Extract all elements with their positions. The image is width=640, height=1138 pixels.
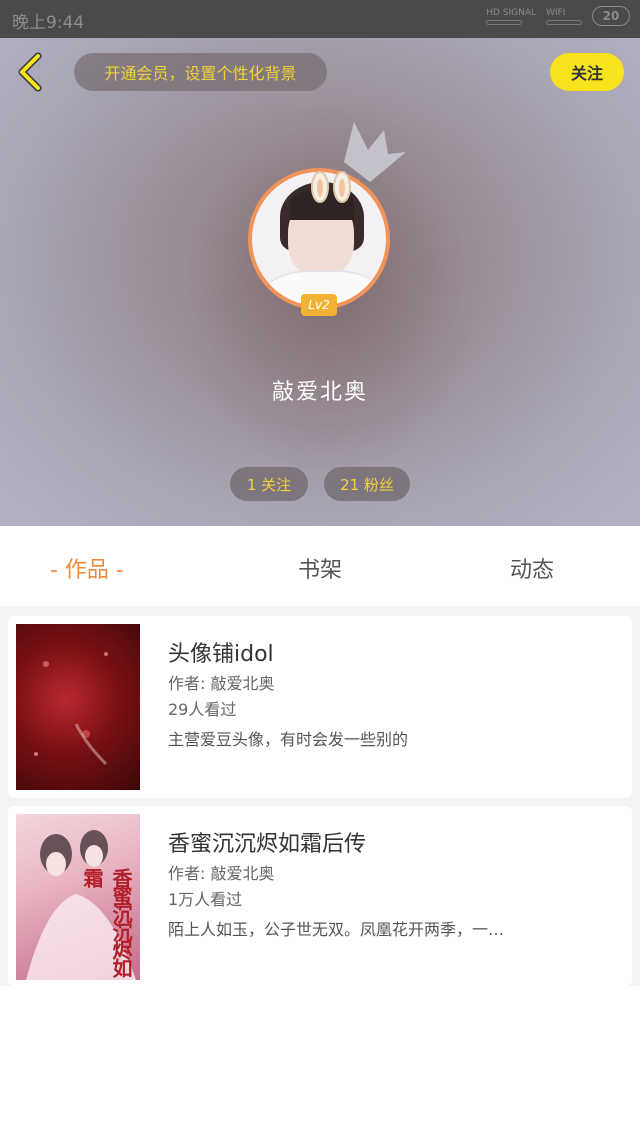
battery-icon: 20: [592, 6, 630, 26]
signal-icon: HD SIGNAL: [486, 8, 536, 25]
username: 敲爱北奥: [271, 380, 368, 405]
following-count-button[interactable]: 1 关注: [230, 467, 308, 501]
chevron-left-icon: [18, 52, 42, 92]
signal-label: HD SIGNAL: [486, 7, 536, 18]
book-cover-title: 香蜜沉沉烬如霜: [80, 868, 133, 976]
status-bar: 晚上9:44 HD SIGNAL WIFI 20: [0, 0, 640, 38]
tab-bookshelf[interactable]: 书架: [298, 552, 342, 584]
book-author: 作者: 敲爱北奥: [168, 674, 275, 693]
vip-promo-button[interactable]: 开通会员，设置个性化背景: [74, 53, 327, 91]
fans-count: 21 粉丝: [340, 475, 394, 494]
battery-level: 20: [602, 9, 620, 23]
book-views: 1万人看过: [168, 890, 243, 909]
follow-button[interactable]: 关注: [550, 53, 624, 91]
profile-tabs: - 作品 - 书架 动态: [0, 526, 640, 606]
wifi-icon: WIFI: [546, 8, 582, 25]
book-views: 29人看过: [168, 700, 237, 719]
fans-count-button[interactable]: 21 粉丝: [324, 467, 410, 501]
wifi-label: WIFI: [546, 7, 566, 18]
status-time: 晚上9:44: [12, 13, 85, 33]
follow-button-label: 关注: [570, 66, 603, 83]
following-count: 1 关注: [246, 475, 292, 494]
level-text: Lv2: [308, 298, 330, 312]
level-badge: Lv2: [301, 294, 337, 316]
tab-activity[interactable]: 动态: [510, 552, 554, 584]
book-title: 头像铺idol: [168, 642, 274, 667]
tab-works[interactable]: - 作品 -: [50, 552, 124, 584]
book-title: 香蜜沉沉烬如霜后传: [168, 832, 367, 857]
book-cover: 香蜜沉沉烬如霜: [16, 814, 140, 980]
status-icons: HD SIGNAL WIFI 20: [486, 6, 630, 26]
book-description: 主营爱豆头像，有时会发一些别的: [168, 730, 409, 749]
list-item[interactable]: 香蜜沉沉烬如霜 香蜜沉沉烬如霜后传 作者: 敲爱北奥 1万人看过 陌上人如玉，公…: [8, 806, 632, 986]
list-item[interactable]: 头像铺idol 作者: 敲爱北奥 29人看过 主营爱豆头像，有时会发一些别的: [8, 616, 632, 798]
book-cover: [16, 624, 140, 790]
bunny-ears-icon: [311, 171, 351, 203]
vip-promo-label: 开通会员，设置个性化背景: [104, 64, 297, 83]
book-description: 陌上人如玉，公子世无双。凤凰花开两季，一…: [168, 920, 505, 939]
profile-header: 开通会员，设置个性化背景 关注 Lv2 敲爱北奥 1 关注 21 粉丝: [0, 38, 640, 526]
book-author: 作者: 敲爱北奥: [168, 864, 275, 883]
back-button[interactable]: [14, 52, 46, 92]
